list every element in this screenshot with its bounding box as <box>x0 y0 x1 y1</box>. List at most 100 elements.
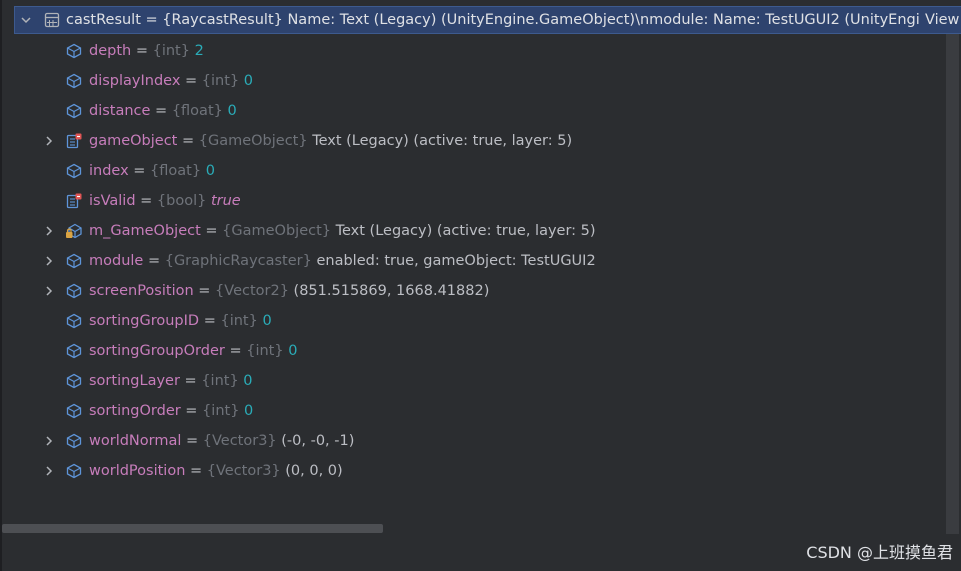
property-icon <box>66 193 82 209</box>
variable-type: {bool} <box>156 193 207 209</box>
variable-row-sortingGroupID[interactable]: sortingGroupID = {int} 0 <box>14 306 961 336</box>
equals-sign: = <box>150 103 172 119</box>
variable-name: displayIndex <box>89 73 181 89</box>
variable-line: sortingGroupOrder = {int} 0 <box>89 336 297 366</box>
equals-sign: = <box>131 43 153 59</box>
variable-line: isValid = {bool} true <box>89 186 241 216</box>
equals-sign: = <box>193 283 216 299</box>
root-variable-name: castResult <box>66 12 141 28</box>
variable-name: sortingLayer <box>89 373 180 389</box>
variable-row-index[interactable]: index = {float} 0 <box>14 156 961 186</box>
variable-line: worldNormal = {Vector3} (-0, -0, -1) <box>89 426 354 456</box>
variable-row-module[interactable]: module = {GraphicRaycaster} enabled: tru… <box>14 246 961 276</box>
variable-value: 0 <box>243 73 253 89</box>
equals-sign: = <box>180 73 202 89</box>
variable-name: screenPosition <box>89 283 194 299</box>
variable-row-distance[interactable]: distance = {float} 0 <box>14 96 961 126</box>
variable-type: {Vector3} <box>202 433 277 449</box>
field-icon <box>66 283 82 299</box>
field-icon <box>66 463 82 479</box>
equals-sign: = <box>179 373 202 389</box>
chevron-right-icon[interactable] <box>43 255 55 267</box>
variable-type: {GameObject} <box>198 133 308 149</box>
variable-name: distance <box>89 103 151 119</box>
variable-value: 0 <box>244 403 254 419</box>
chevron-right-icon[interactable] <box>43 135 55 147</box>
variable-line: depth = {int} 2 <box>89 36 204 66</box>
field-icon <box>66 373 82 389</box>
variable-row-worldPosition[interactable]: worldPosition = {Vector3} (0, 0, 0) <box>14 456 961 486</box>
chevron-right-icon[interactable] <box>43 285 55 297</box>
variable-row-displayIndex[interactable]: displayIndex = {int} 0 <box>14 66 961 96</box>
field-icon <box>66 103 82 119</box>
variable-line: sortingOrder = {int} 0 <box>89 396 253 426</box>
variable-name: m_GameObject <box>89 223 201 239</box>
field-icon <box>66 313 82 329</box>
variable-name: sortingGroupOrder <box>89 343 225 359</box>
root-variable-value: {RaycastResult} Name: Text (Legacy) (Uni… <box>162 12 938 28</box>
variable-value: Text (Legacy) (active: true, layer: 5) <box>335 223 596 239</box>
private-field-lock-icon <box>66 223 82 239</box>
variable-value: (-0, -0, -1) <box>281 433 355 449</box>
equals-sign: = <box>143 253 165 269</box>
variable-value: 0 <box>262 313 272 329</box>
variable-row-depth[interactable]: depth = {int} 2 <box>14 36 961 66</box>
field-icon <box>66 403 82 419</box>
variable-value: Text (Legacy) (active: true, layer: 5) <box>312 133 573 149</box>
variable-value: 0 <box>288 343 298 359</box>
field-icon <box>66 163 82 179</box>
variable-type: {int} <box>152 43 190 59</box>
variable-type: {Vector2} <box>215 283 289 299</box>
variable-name: index <box>89 163 129 179</box>
horizontal-scrollbar-thumb[interactable] <box>2 524 383 533</box>
chevron-right-icon[interactable] <box>43 465 55 477</box>
variable-line: index = {float} 0 <box>89 156 215 186</box>
variable-value: true <box>210 193 241 209</box>
variable-row-m_GameObject[interactable]: m_GameObject = {GameObject} Text (Legacy… <box>14 216 961 246</box>
variable-value: (851.515869, 1668.41882) <box>293 283 490 299</box>
variable-line: sortingGroupID = {int} 0 <box>89 306 272 336</box>
chevron-down-icon[interactable] <box>20 14 32 26</box>
field-icon <box>66 73 82 89</box>
equals-sign: = <box>224 343 247 359</box>
variable-value: 0 <box>227 103 237 119</box>
variable-row-isValid[interactable]: isValid = {bool} true <box>14 186 961 216</box>
variable-type: {int} <box>201 373 239 389</box>
variable-value: 0 <box>205 163 215 179</box>
chevron-right-icon[interactable] <box>43 435 55 447</box>
variable-name: sortingOrder <box>89 403 181 419</box>
variable-name: gameObject <box>89 133 178 149</box>
equals-sign: = <box>199 313 221 329</box>
variable-line: screenPosition = {Vector2} (851.515869, … <box>89 276 489 306</box>
variable-line: gameObject = {GameObject} Text (Legacy) … <box>89 126 572 156</box>
variable-name: worldNormal <box>89 433 182 449</box>
variable-line: sortingLayer = {int} 0 <box>89 366 253 396</box>
watch-table-icon <box>44 12 60 28</box>
variable-name: isValid <box>89 193 136 209</box>
variable-line: displayIndex = {int} 0 <box>89 66 253 96</box>
view-link[interactable]: View <box>921 7 960 33</box>
variable-value: 0 <box>243 373 253 389</box>
field-icon <box>66 253 82 269</box>
chevron-right-icon[interactable] <box>43 225 55 237</box>
variable-value: (0, 0, 0) <box>285 463 343 479</box>
variable-row-gameObject[interactable]: gameObject = {GameObject} Text (Legacy) … <box>14 126 961 156</box>
field-icon <box>66 43 82 59</box>
equals-sign: = <box>185 463 207 479</box>
equals-sign: = <box>128 163 151 179</box>
equals-sign: = <box>200 223 223 239</box>
variable-row-sortingLayer[interactable]: sortingLayer = {int} 0 <box>14 366 961 396</box>
variable-row-worldNormal[interactable]: worldNormal = {Vector3} (-0, -0, -1) <box>14 426 961 456</box>
equals-sign: = <box>181 433 203 449</box>
variable-row-root[interactable]: castResult = {RaycastResult} Name: Text … <box>14 6 961 34</box>
variable-line: worldPosition = {Vector3} (0, 0, 0) <box>89 456 343 486</box>
field-icon <box>66 343 82 359</box>
variable-row-sortingGroupOrder[interactable]: sortingGroupOrder = {int} 0 <box>14 336 961 366</box>
equals-sign: = <box>135 193 157 209</box>
variable-row-screenPosition[interactable]: screenPosition = {Vector2} (851.515869, … <box>14 276 961 306</box>
variable-type: {GraphicRaycaster} <box>164 253 312 269</box>
variable-name: module <box>89 253 144 269</box>
vertical-scrollbar-track[interactable] <box>946 34 959 534</box>
variable-type: {float} <box>171 103 223 119</box>
variable-row-sortingOrder[interactable]: sortingOrder = {int} 0 <box>14 396 961 426</box>
